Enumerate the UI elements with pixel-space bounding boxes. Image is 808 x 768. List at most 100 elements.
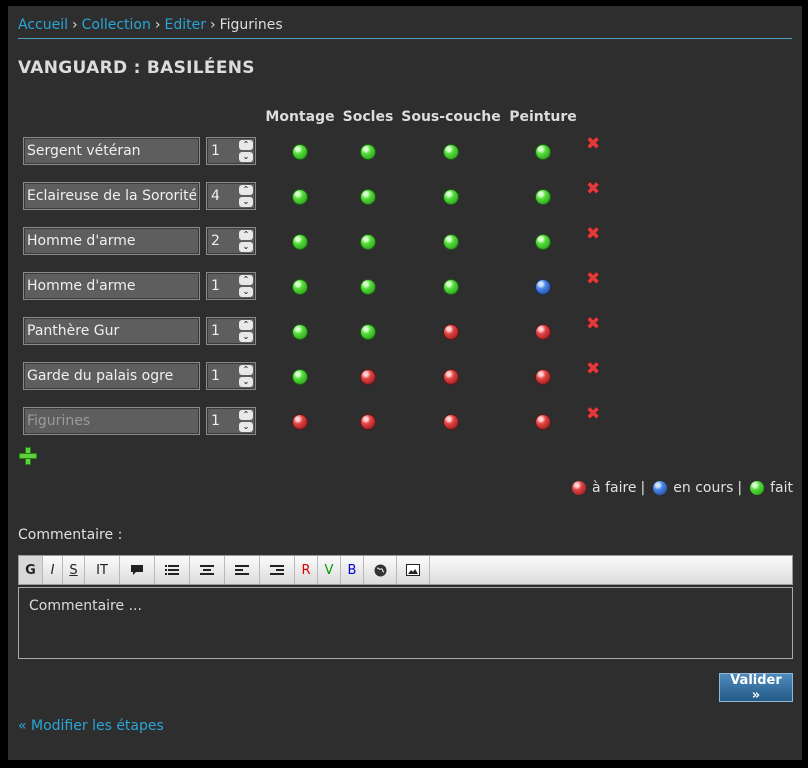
status-sous-couche-dot-icon[interactable] — [444, 325, 458, 339]
status-socles-dot-icon[interactable] — [361, 370, 375, 384]
add-row-icon[interactable] — [19, 447, 37, 465]
status-sous-couche-dot-icon[interactable] — [444, 235, 458, 249]
status-sous-couche-dot-icon[interactable] — [444, 145, 458, 159]
italic-button[interactable]: I — [43, 556, 63, 584]
delete-row-icon[interactable]: ✖ — [586, 316, 602, 333]
status-legend: à faire | en cours | fait — [568, 480, 793, 496]
quantity-stepper[interactable]: 1 ⌃ ⌄ — [206, 362, 256, 390]
status-socles-dot-icon[interactable] — [361, 235, 375, 249]
chevron-up-icon[interactable]: ⌃ — [239, 185, 253, 195]
chevron-up-icon[interactable]: ⌃ — [239, 320, 253, 330]
link-button[interactable] — [364, 556, 397, 584]
quantity-stepper[interactable]: 1 ⌃ ⌄ — [206, 272, 256, 300]
chevron-down-icon[interactable]: ⌄ — [239, 242, 253, 252]
strike-button[interactable]: S — [63, 556, 85, 584]
comment-textarea[interactable] — [18, 587, 793, 659]
status-montage-dot-icon[interactable] — [293, 190, 307, 204]
status-peinture-dot-icon[interactable] — [536, 280, 550, 294]
bold-button[interactable]: G — [19, 556, 43, 584]
chevron-up-icon[interactable]: ⌃ — [239, 140, 253, 150]
chevron-down-icon[interactable]: ⌄ — [239, 332, 253, 342]
status-socles-dot-icon[interactable] — [361, 325, 375, 339]
status-sous-couche-dot-icon[interactable] — [444, 190, 458, 204]
green-color-button[interactable]: V — [318, 556, 341, 584]
quote-button[interactable] — [120, 556, 155, 584]
figurine-name-input[interactable] — [23, 407, 200, 435]
status-peinture-dot-icon[interactable] — [536, 190, 550, 204]
status-montage-dot-icon[interactable] — [293, 235, 307, 249]
quantity-stepper[interactable]: 1 ⌃ ⌄ — [206, 137, 256, 165]
delete-row-icon[interactable]: ✖ — [586, 226, 602, 243]
status-socles-dot-icon[interactable] — [361, 415, 375, 429]
figurine-row: 1 ⌃ ⌄ ✖ — [8, 316, 802, 347]
status-peinture-dot-icon[interactable] — [536, 325, 550, 339]
chevron-down-icon[interactable]: ⌄ — [239, 287, 253, 297]
chevron-down-icon[interactable]: ⌄ — [239, 422, 253, 432]
figurine-row: 2⌃⌄✖ — [8, 226, 802, 257]
figurine-name-input[interactable] — [23, 227, 200, 255]
status-socles-dot-icon[interactable] — [361, 190, 375, 204]
red-color-button[interactable]: R — [295, 556, 318, 584]
quantity-stepper[interactable]: 2 ⌃ ⌄ — [206, 227, 256, 255]
status-socles-dot-icon[interactable] — [361, 145, 375, 159]
figurine-row: 4⌃⌄✖ — [8, 181, 802, 212]
breadcrumb-current: Figurines — [219, 17, 283, 33]
status-peinture-dot-icon[interactable] — [536, 235, 550, 249]
align-right-icon — [270, 565, 284, 575]
font-size-button[interactable]: IT — [85, 556, 120, 584]
status-peinture-dot-icon[interactable] — [536, 145, 550, 159]
column-header-socles: Socles — [342, 109, 394, 125]
status-montage-dot-icon[interactable] — [293, 145, 307, 159]
spinner-buttons: ⌃ ⌄ — [239, 275, 253, 297]
status-montage-dot-icon[interactable] — [293, 325, 307, 339]
status-montage-dot-icon[interactable] — [293, 280, 307, 294]
breadcrumb-editer[interactable]: Editer — [164, 17, 205, 33]
image-button[interactable] — [397, 556, 430, 584]
chevron-down-icon[interactable]: ⌄ — [239, 152, 253, 162]
edit-steps-link[interactable]: « Modifier les étapes — [18, 718, 164, 734]
figurine-name-input[interactable] — [23, 272, 200, 300]
chevron-down-icon[interactable]: ⌄ — [239, 377, 253, 387]
delete-row-icon[interactable]: ✖ — [586, 406, 602, 423]
status-peinture-dot-icon[interactable] — [536, 415, 550, 429]
breadcrumb-collection[interactable]: Collection — [82, 17, 151, 33]
status-peinture-dot-icon[interactable] — [536, 370, 550, 384]
blue-color-button[interactable]: B — [341, 556, 364, 584]
delete-row-icon[interactable]: ✖ — [586, 181, 602, 198]
chevron-down-icon[interactable]: ⌄ — [239, 197, 253, 207]
chevron-up-icon[interactable]: ⌃ — [239, 230, 253, 240]
status-montage-dot-icon[interactable] — [293, 415, 307, 429]
spinner-buttons: ⌃ ⌄ — [239, 365, 253, 387]
breadcrumb-separator: › — [72, 17, 78, 33]
align-right-button[interactable] — [260, 556, 295, 584]
quantity-stepper[interactable]: 4 ⌃ ⌄ — [206, 182, 256, 210]
status-sous-couche-dot-icon[interactable] — [444, 370, 458, 384]
submit-button[interactable]: Valider » — [719, 673, 793, 703]
image-icon — [406, 564, 420, 576]
quantity-stepper[interactable]: 1 ⌃ ⌄ — [206, 407, 256, 435]
figurine-name-input[interactable] — [23, 182, 200, 210]
chevron-up-icon[interactable]: ⌃ — [239, 275, 253, 285]
legend-done-label: fait — [770, 480, 793, 496]
status-sous-couche-dot-icon[interactable] — [444, 280, 458, 294]
figurine-name-input[interactable] — [23, 137, 200, 165]
status-socles-dot-icon[interactable] — [361, 280, 375, 294]
align-left-button[interactable] — [225, 556, 260, 584]
status-sous-couche-dot-icon[interactable] — [444, 415, 458, 429]
figurine-name-input[interactable] — [23, 362, 200, 390]
quantity-value: 1 — [211, 323, 220, 339]
status-montage-dot-icon[interactable] — [293, 370, 307, 384]
chevron-up-icon[interactable]: ⌃ — [239, 410, 253, 420]
quantity-value: 1 — [211, 413, 220, 429]
align-center-button[interactable] — [190, 556, 225, 584]
quantity-value: 1 — [211, 143, 220, 159]
delete-row-icon[interactable]: ✖ — [586, 271, 602, 288]
breadcrumb-accueil[interactable]: Accueil — [18, 17, 68, 33]
figurine-name-input[interactable] — [23, 317, 200, 345]
delete-row-icon[interactable]: ✖ — [586, 136, 602, 153]
list-button[interactable] — [155, 556, 190, 584]
bold-button-label: G — [25, 562, 36, 578]
delete-row-icon[interactable]: ✖ — [586, 361, 602, 378]
quantity-stepper[interactable]: 1 ⌃ ⌄ — [206, 317, 256, 345]
chevron-up-icon[interactable]: ⌃ — [239, 365, 253, 375]
